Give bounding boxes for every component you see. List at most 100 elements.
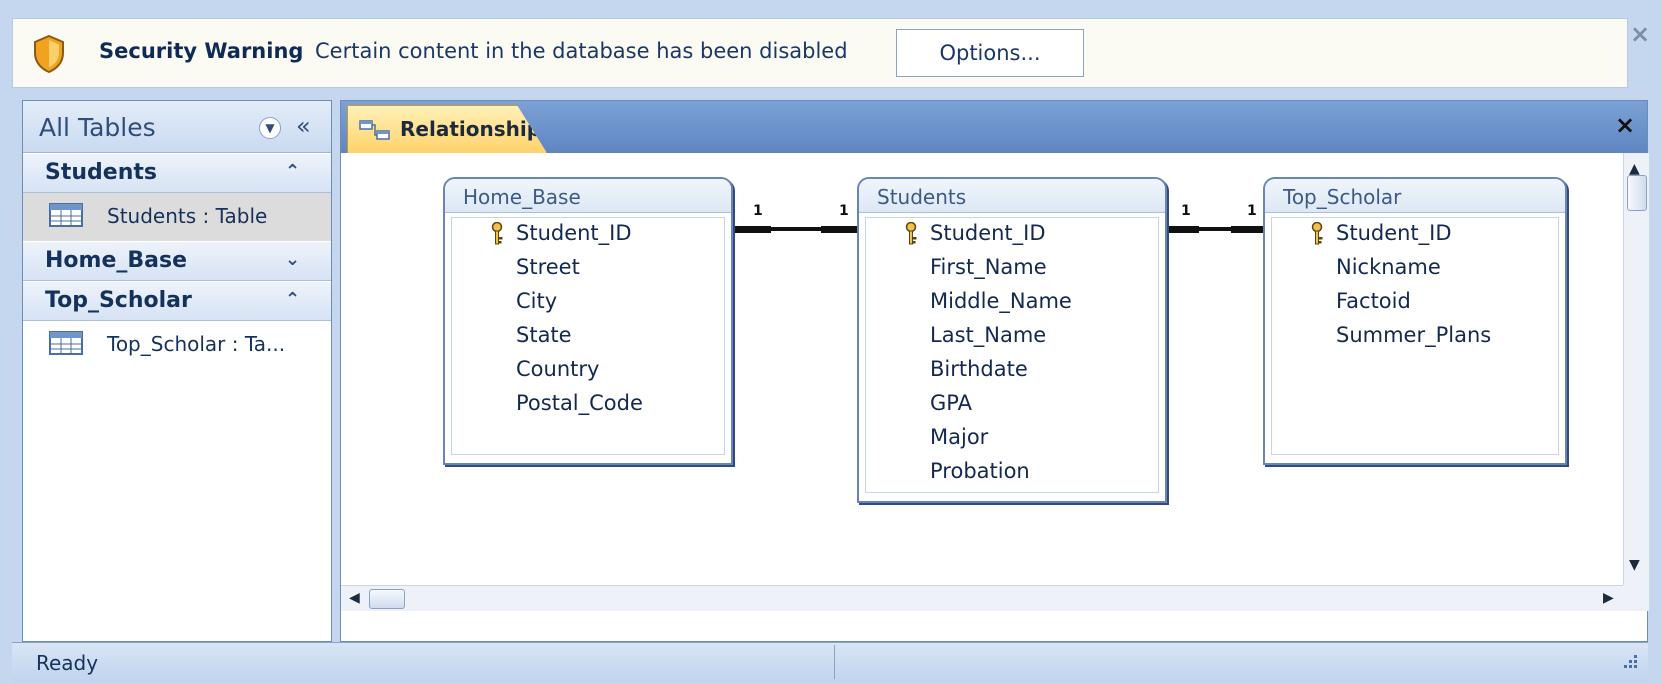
relationship-end [821, 226, 857, 233]
field-item[interactable]: Last_Name [866, 320, 1158, 354]
dropdown-icon[interactable]: ▼ [259, 117, 281, 139]
field-name: Student_ID [516, 221, 632, 245]
field-item[interactable]: Probation [866, 456, 1158, 490]
scroll-right-icon[interactable]: ▶ [1603, 590, 1614, 606]
field-name: Probation [930, 459, 1030, 483]
tab-relationships[interactable]: Relationships [347, 105, 547, 153]
field-name: City [516, 289, 558, 313]
chevron-up-icon[interactable]: ⌃ [285, 161, 300, 182]
field-list-items: Student_ID First_Name Middle_Name Last_N… [865, 217, 1159, 493]
vertical-scrollbar[interactable]: ▲ ▼ [1623, 153, 1649, 585]
field-name: State [516, 323, 572, 347]
field-name: First_Name [930, 255, 1047, 279]
field-name: Summer_Plans [1336, 323, 1492, 347]
options-button[interactable]: Options... [896, 29, 1084, 77]
field-name: Last_Name [930, 323, 1047, 347]
field-name: Country [516, 357, 600, 381]
status-text: Ready [36, 651, 99, 675]
field-item[interactable]: Nickname [1272, 252, 1558, 286]
document-area: Relationships × Home_Base Student_ID Str… [340, 100, 1649, 642]
scroll-thumb[interactable] [1627, 175, 1647, 211]
cardinality-label: 1 [753, 203, 763, 219]
chevron-down-icon[interactable]: ⌄ [285, 249, 300, 270]
status-divider [834, 645, 835, 679]
field-item[interactable]: GPA [866, 388, 1158, 422]
scroll-corner [1623, 585, 1649, 611]
relationships-canvas[interactable]: Home_Base Student_ID Street City State C… [341, 153, 1623, 585]
security-warning-message: Certain content in the database has been… [315, 39, 848, 63]
field-item-key[interactable]: Student_ID [1272, 218, 1558, 252]
key-icon [491, 222, 503, 245]
nav-group-students[interactable]: Students ⌃ [23, 153, 331, 193]
nav-group-label: Home_Base [45, 248, 188, 273]
field-item[interactable]: Major [866, 422, 1158, 456]
nav-group-label: Students [45, 160, 157, 185]
field-item[interactable]: Birthdate [866, 354, 1158, 388]
scroll-down-icon[interactable]: ▼ [1629, 557, 1640, 573]
resize-grip-icon[interactable] [1620, 653, 1640, 673]
field-item[interactable]: Street [452, 252, 724, 286]
field-item-key[interactable]: Student_ID [452, 218, 724, 252]
nav-group-home-base[interactable]: Home_Base ⌄ [23, 241, 331, 281]
key-icon [905, 222, 917, 245]
scroll-left-icon[interactable]: ◀ [349, 590, 360, 606]
nav-item-top-scholar-table[interactable]: Top_Scholar : Ta... [23, 321, 331, 369]
field-item[interactable]: Postal_Code [452, 388, 724, 422]
field-item[interactable]: Middle_Name [866, 286, 1158, 320]
field-item-key[interactable]: Student_ID [866, 218, 1158, 252]
nav-item-label: Students : Table [107, 204, 268, 228]
field-name: Factoid [1336, 289, 1411, 313]
field-name: Street [516, 255, 580, 279]
nav-pane-header[interactable]: All Tables ▼ « [23, 101, 331, 153]
tab-label: Relationships [400, 117, 553, 141]
field-name: Middle_Name [930, 289, 1072, 313]
field-name: GPA [930, 391, 972, 415]
nav-group-top-scholar[interactable]: Top_Scholar ⌃ [23, 281, 331, 321]
field-list-items: Student_ID Nickname Factoid Summer_Plans [1271, 217, 1559, 455]
field-list-students[interactable]: Students Student_ID First_Name Middle_Na… [857, 177, 1167, 503]
navigation-pane: All Tables ▼ « Students ⌃ Students : Tab… [22, 100, 332, 642]
field-name: Major [930, 425, 989, 449]
field-list-items: Student_ID Street City State Country Pos… [451, 217, 725, 455]
horizontal-scrollbar[interactable]: ◀ ▶ [341, 585, 1623, 611]
scroll-thumb[interactable] [369, 589, 405, 609]
shield-icon [34, 35, 64, 73]
field-list-title[interactable]: Home_Base [445, 179, 731, 213]
field-item[interactable]: City [452, 286, 724, 320]
document-tab-strip: Relationships × [341, 101, 1647, 153]
close-document-icon[interactable]: × [1615, 111, 1635, 139]
relationship-end [1169, 226, 1199, 233]
key-icon [1311, 222, 1323, 245]
field-list-home-base[interactable]: Home_Base Student_ID Street City State C… [443, 177, 733, 465]
nav-group-label: Top_Scholar [45, 288, 192, 313]
field-name: Student_ID [1336, 221, 1452, 245]
field-name: Nickname [1336, 255, 1441, 279]
nav-item-label: Top_Scholar : Ta... [107, 332, 286, 356]
cardinality-label: 1 [839, 203, 849, 219]
cardinality-label: 1 [1247, 203, 1257, 219]
field-name: Student_ID [930, 221, 1046, 245]
relationship-end [735, 226, 771, 233]
field-item[interactable]: Country [452, 354, 724, 388]
nav-item-students-table[interactable]: Students : Table [23, 193, 331, 241]
collapse-pane-icon[interactable]: « [296, 112, 311, 140]
field-item[interactable]: Summer_Plans [1272, 320, 1558, 354]
field-list-top-scholar[interactable]: Top_Scholar Student_ID Nickname Factoid … [1263, 177, 1567, 465]
table-icon [49, 331, 83, 355]
table-icon [49, 203, 83, 227]
chevron-up-icon[interactable]: ⌃ [285, 289, 300, 310]
relationships-icon [359, 120, 390, 140]
field-list-title[interactable]: Students [859, 179, 1165, 213]
field-item[interactable]: First_Name [866, 252, 1158, 286]
app-window: Security Warning Certain content in the … [0, 0, 1661, 684]
security-warning-title: Security Warning [99, 39, 304, 63]
relationship-end [1231, 226, 1263, 233]
field-item[interactable]: Factoid [1272, 286, 1558, 320]
security-warning-bar: Security Warning Certain content in the … [12, 18, 1628, 88]
field-list-title[interactable]: Top_Scholar [1265, 179, 1565, 213]
field-name: Postal_Code [516, 391, 643, 415]
close-security-bar-icon[interactable]: × [1630, 20, 1650, 48]
cardinality-label: 1 [1181, 203, 1191, 219]
field-item[interactable]: State [452, 320, 724, 354]
nav-pane-title: All Tables [39, 113, 156, 142]
